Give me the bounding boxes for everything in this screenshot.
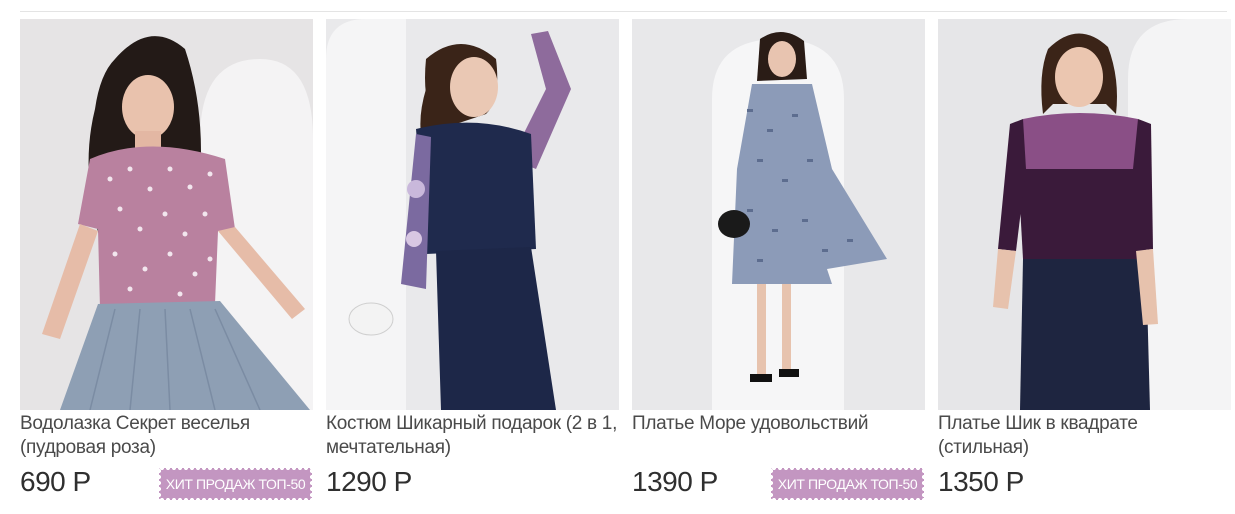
- product-image[interactable]: [632, 19, 925, 410]
- product-grid: Водолазка Секрет веселья (пудровая роза)…: [20, 19, 1232, 509]
- product-title[interactable]: Платье Шик в квадрате (стильная): [938, 412, 1230, 460]
- model-photo-icon: [938, 19, 1231, 410]
- product-card[interactable]: Костюм Шикарный подарок (2 в 1, мечтател…: [326, 19, 619, 509]
- product-image[interactable]: [20, 19, 313, 410]
- top-divider: [20, 11, 1227, 12]
- product-price: 1290 Р: [326, 466, 412, 497]
- model-photo-icon: [326, 19, 619, 410]
- product-price: 690 Р: [20, 466, 91, 497]
- bestseller-badge: ХИТ ПРОДАЖ ТОП-50: [771, 468, 924, 500]
- bestseller-badge: ХИТ ПРОДАЖ ТОП-50: [159, 468, 312, 500]
- product-card[interactable]: Водолазка Секрет веселья (пудровая роза)…: [20, 19, 313, 509]
- product-price: 1350 Р: [938, 466, 1024, 497]
- product-card[interactable]: Платье Шик в квадрате (стильная) 1350 Р: [938, 19, 1231, 509]
- model-photo-icon: [20, 19, 313, 410]
- product-title[interactable]: Платье Море удовольствий: [632, 412, 924, 436]
- model-photo-icon: [632, 19, 925, 410]
- product-image[interactable]: [938, 19, 1231, 410]
- product-image[interactable]: [326, 19, 619, 410]
- product-title[interactable]: Костюм Шикарный подарок (2 в 1, мечтател…: [326, 412, 618, 460]
- product-card[interactable]: Платье Море удовольствий 1390 Р ХИТ ПРОД…: [632, 19, 925, 509]
- product-title[interactable]: Водолазка Секрет веселья (пудровая роза): [20, 412, 312, 460]
- product-price: 1390 Р: [632, 466, 718, 497]
